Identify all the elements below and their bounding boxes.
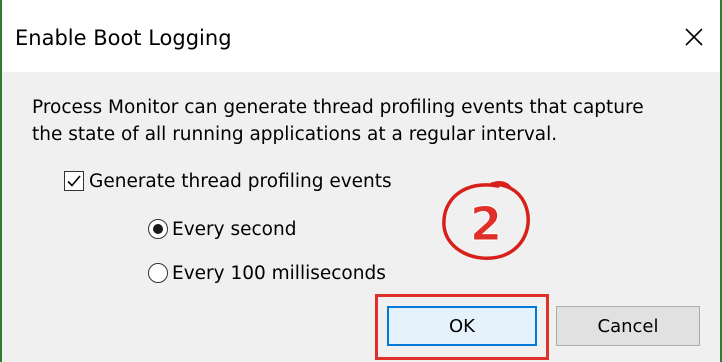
step-2-annotation: 2 bbox=[436, 178, 536, 268]
generate-profiling-checkbox[interactable] bbox=[64, 171, 84, 191]
step-number: 2 bbox=[470, 197, 502, 251]
close-button[interactable] bbox=[674, 18, 714, 56]
generate-profiling-label: Generate thread profiling events bbox=[89, 170, 392, 192]
dialog-title: Enable Boot Logging bbox=[15, 26, 232, 50]
cancel-button[interactable]: Cancel bbox=[556, 306, 700, 346]
radio-every-second-row[interactable]: Every second bbox=[148, 217, 296, 241]
radio-every-100ms[interactable] bbox=[148, 263, 168, 283]
enable-boot-logging-dialog: Enable Boot Logging Process Monitor can … bbox=[0, 0, 722, 362]
description-line-1: Process Monitor can generate thread prof… bbox=[32, 97, 644, 118]
generate-profiling-checkbox-row[interactable]: Generate thread profiling events bbox=[64, 169, 392, 193]
close-icon bbox=[685, 28, 703, 46]
description-line-2: the state of all running applications at… bbox=[32, 124, 558, 145]
step-circle-icon: 2 bbox=[442, 181, 530, 261]
radio-selected-dot bbox=[152, 223, 163, 234]
radio-every-second[interactable] bbox=[148, 219, 168, 239]
ok-button[interactable]: OK bbox=[387, 306, 537, 346]
title-bar: Enable Boot Logging bbox=[2, 0, 720, 72]
checkmark-icon bbox=[67, 175, 81, 187]
radio-every-100ms-row[interactable]: Every 100 milliseconds bbox=[148, 261, 386, 285]
radio-every-100ms-label: Every 100 milliseconds bbox=[172, 262, 386, 284]
description-text: Process Monitor can generate thread prof… bbox=[32, 94, 692, 148]
radio-every-second-label: Every second bbox=[172, 218, 297, 240]
